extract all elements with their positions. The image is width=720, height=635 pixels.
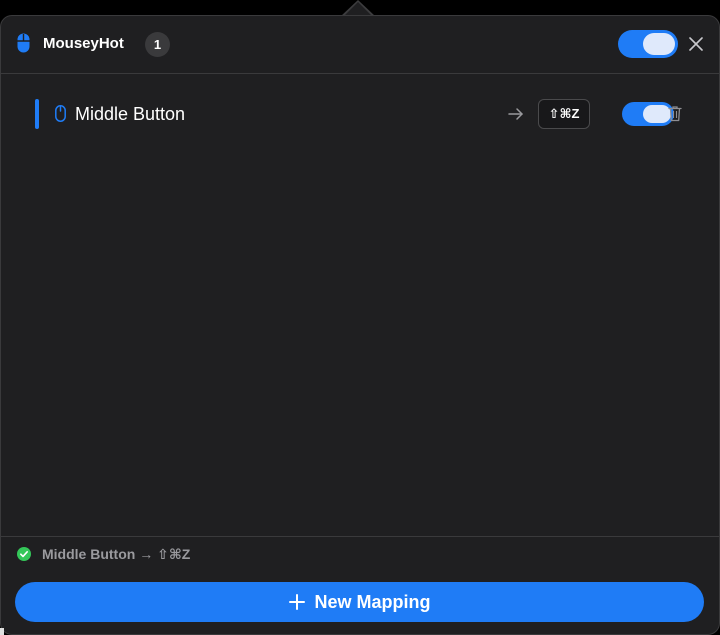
new-mapping-label: New Mapping <box>314 592 431 612</box>
row-selection-indicator <box>35 99 39 129</box>
new-mapping-content: New Mapping <box>15 582 704 622</box>
app-title: MouseyHot <box>43 35 124 52</box>
toggle-knob <box>643 33 675 55</box>
footer-divider <box>1 536 719 537</box>
toggle-knob <box>643 105 671 123</box>
plus-icon <box>288 594 305 610</box>
mouse-icon <box>17 33 30 53</box>
arrow-right-icon <box>508 108 523 120</box>
master-enable-toggle[interactable] <box>618 30 678 58</box>
trash-icon[interactable] <box>668 105 682 122</box>
new-mapping-button[interactable]: New Mapping <box>15 582 704 622</box>
pointer-cursor-fragment <box>0 628 4 635</box>
status-text: Middle Button → ⇧⌘Z <box>42 546 191 562</box>
mapping-count-badge: 1 <box>145 32 170 57</box>
mouse-icon <box>55 105 66 122</box>
mapping-enable-toggle[interactable] <box>622 102 674 126</box>
shortcut-recorder[interactable]: ⇧⌘Z <box>538 99 590 129</box>
close-icon[interactable] <box>689 37 703 51</box>
panel-header: MouseyHot 1 <box>1 16 719 74</box>
mapping-row[interactable]: Middle Button ⇧⌘Z <box>1 96 719 132</box>
mapping-button-label: Middle Button <box>75 104 186 124</box>
popover-panel: MouseyHot 1 Middle Button ⇧⌘Z Middle But… <box>0 15 720 635</box>
checkmark-circle-icon <box>17 547 31 561</box>
